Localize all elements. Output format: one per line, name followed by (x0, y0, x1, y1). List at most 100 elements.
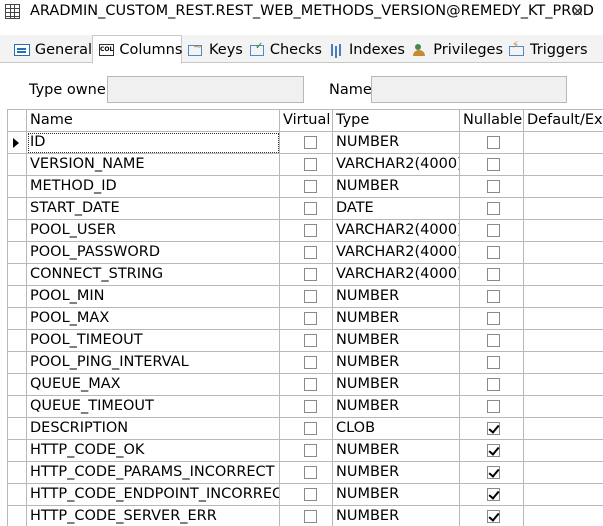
virtual-checkbox[interactable] (304, 378, 317, 391)
row-selector[interactable] (8, 462, 27, 484)
row-selector[interactable] (8, 264, 27, 286)
nullable-checkbox[interactable] (487, 180, 500, 193)
cell-type[interactable]: NUMBER (333, 374, 460, 396)
tab-keys[interactable]: Keys (182, 36, 244, 63)
cell-type[interactable]: NUMBER (333, 176, 460, 198)
table-row[interactable]: HTTP_CODE_OK NUMBER (8, 440, 603, 462)
table-row[interactable]: POOL_USER VARCHAR2(4000) (8, 220, 603, 242)
cell-default[interactable] (524, 506, 603, 526)
table-row[interactable]: VERSION_NAME VARCHAR2(4000) (8, 154, 603, 176)
row-selector[interactable] (8, 176, 27, 198)
cell-column-name[interactable]: POOL_MIN (27, 286, 280, 308)
cell-default[interactable] (524, 176, 603, 198)
header-name[interactable]: Name (27, 110, 280, 132)
cell-column-name[interactable]: METHOD_ID (27, 176, 280, 198)
nullable-checkbox[interactable] (487, 224, 500, 237)
nullable-checkbox[interactable] (487, 378, 500, 391)
row-selector[interactable] (8, 396, 27, 418)
header-nullable[interactable]: Nullable (460, 110, 524, 132)
row-selector[interactable] (8, 352, 27, 374)
row-selector[interactable] (8, 220, 27, 242)
cell-default[interactable] (524, 484, 603, 506)
row-selector[interactable] (8, 484, 27, 506)
nullable-checkbox[interactable] (487, 444, 500, 457)
nullable-checkbox[interactable] (487, 334, 500, 347)
cell-column-name[interactable]: POOL_PASSWORD (27, 242, 280, 264)
table-row[interactable]: DESCRIPTION CLOB (8, 418, 603, 440)
table-row[interactable]: HTTP_CODE_ENDPOINT_INCORRECT NUMBER (8, 484, 603, 506)
nullable-checkbox[interactable] (487, 422, 500, 435)
type-owner-field[interactable] (107, 76, 304, 103)
cell-column-name[interactable]: ID (27, 132, 280, 154)
virtual-checkbox[interactable] (304, 422, 317, 435)
cell-type[interactable]: NUMBER (333, 396, 460, 418)
table-row[interactable]: ID NUMBER (8, 132, 603, 154)
virtual-checkbox[interactable] (304, 136, 317, 149)
cell-default[interactable] (524, 242, 603, 264)
row-selector[interactable] (8, 154, 27, 176)
row-selector[interactable] (8, 132, 27, 154)
cell-default[interactable] (524, 330, 603, 352)
virtual-checkbox[interactable] (304, 488, 317, 501)
cell-type[interactable]: NUMBER (333, 308, 460, 330)
tab-indexes[interactable]: Indexes (322, 36, 407, 63)
table-row[interactable]: POOL_TIMEOUT NUMBER (8, 330, 603, 352)
cell-column-name[interactable]: POOL_USER (27, 220, 280, 242)
cell-default[interactable] (524, 440, 603, 462)
table-row[interactable]: CONNECT_STRING VARCHAR2(4000) (8, 264, 603, 286)
cell-type[interactable]: NUMBER (333, 286, 460, 308)
cell-default[interactable] (524, 264, 603, 286)
cell-column-name[interactable]: QUEUE_TIMEOUT (27, 396, 280, 418)
header-type[interactable]: Type (333, 110, 460, 132)
tab-general[interactable]: General (8, 36, 92, 63)
cell-type[interactable]: NUMBER (333, 462, 460, 484)
virtual-checkbox[interactable] (304, 268, 317, 281)
row-selector[interactable] (8, 418, 27, 440)
virtual-checkbox[interactable] (304, 334, 317, 347)
virtual-checkbox[interactable] (304, 202, 317, 215)
row-selector[interactable] (8, 440, 27, 462)
cell-type[interactable]: NUMBER (333, 484, 460, 506)
nullable-checkbox[interactable] (487, 488, 500, 501)
cell-column-name[interactable]: HTTP_CODE_OK (27, 440, 280, 462)
cell-default[interactable] (524, 396, 603, 418)
cell-type[interactable]: NUMBER (333, 352, 460, 374)
cell-type[interactable]: NUMBER (333, 132, 460, 154)
row-selector[interactable] (8, 308, 27, 330)
row-selector[interactable] (8, 198, 27, 220)
close-icon[interactable]: × (571, 1, 584, 20)
table-row[interactable]: METHOD_ID NUMBER (8, 176, 603, 198)
nullable-checkbox[interactable] (487, 356, 500, 369)
virtual-checkbox[interactable] (304, 246, 317, 259)
virtual-checkbox[interactable] (304, 224, 317, 237)
cell-column-name[interactable]: VERSION_NAME (27, 154, 280, 176)
cell-column-name[interactable]: POOL_MAX (27, 308, 280, 330)
cell-default[interactable] (524, 374, 603, 396)
cell-type[interactable]: VARCHAR2(4000) (333, 242, 460, 264)
virtual-checkbox[interactable] (304, 510, 317, 523)
cell-default[interactable] (524, 308, 603, 330)
cell-default[interactable] (524, 198, 603, 220)
header-default[interactable]: Default/Exp (524, 110, 603, 132)
nullable-checkbox[interactable] (487, 290, 500, 303)
nullable-checkbox[interactable] (487, 246, 500, 259)
nullable-checkbox[interactable] (487, 136, 500, 149)
virtual-checkbox[interactable] (304, 444, 317, 457)
name-field[interactable] (371, 76, 567, 103)
header-virtual[interactable]: Virtual (280, 110, 333, 132)
virtual-checkbox[interactable] (304, 180, 317, 193)
cell-type[interactable]: VARCHAR2(4000) (333, 154, 460, 176)
table-row[interactable]: QUEUE_TIMEOUT NUMBER (8, 396, 603, 418)
cell-default[interactable] (524, 220, 603, 242)
cell-column-name[interactable]: POOL_PING_INTERVAL (27, 352, 280, 374)
nullable-checkbox[interactable] (487, 466, 500, 479)
table-row[interactable]: POOL_PASSWORD VARCHAR2(4000) (8, 242, 603, 264)
cell-type[interactable]: DATE (333, 198, 460, 220)
table-row[interactable]: HTTP_CODE_SERVER_ERR NUMBER (8, 506, 603, 526)
virtual-checkbox[interactable] (304, 356, 317, 369)
virtual-checkbox[interactable] (304, 158, 317, 171)
table-row[interactable]: QUEUE_MAX NUMBER (8, 374, 603, 396)
virtual-checkbox[interactable] (304, 290, 317, 303)
cell-type[interactable]: NUMBER (333, 506, 460, 526)
cell-type[interactable]: VARCHAR2(4000) (333, 220, 460, 242)
